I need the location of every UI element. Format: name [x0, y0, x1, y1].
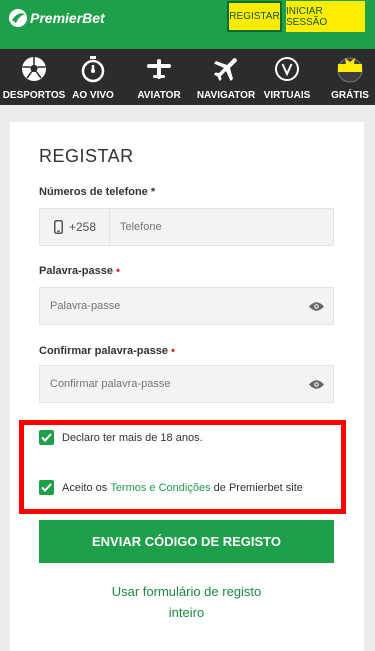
logo-mark-icon	[8, 8, 28, 28]
confirm-password-input[interactable]	[40, 366, 299, 402]
full-registration-form-link[interactable]: Usar formulário de registo inteiro	[39, 581, 334, 623]
checkmark-icon	[41, 433, 52, 442]
age-confirmation-row: Declaro ter mais de 18 anos.	[39, 430, 203, 445]
full-form-line-2: inteiro	[168, 605, 205, 620]
confirm-password-label-row: Confirmar palavra-passe •	[39, 345, 175, 357]
premierbet-logo[interactable]: PremierBet	[8, 8, 105, 28]
nav-item-ao-vivo[interactable]: AO VIVO	[68, 49, 118, 105]
age-confirmation-text: Declaro ter mais de 18 anos.	[62, 431, 203, 444]
terms-link[interactable]: Termos e Condições	[110, 482, 210, 494]
top-bar: PremierBet REGISTAR INICIAR SESSÃO	[0, 0, 375, 49]
airplane-icon	[213, 52, 239, 86]
nav-item-gratis[interactable]: GRÁTIS	[326, 49, 374, 105]
login-button[interactable]: INICIAR SESSÃO	[286, 1, 365, 32]
nav-label: VIRTUAIS	[263, 90, 311, 101]
required-marker: •	[171, 345, 175, 357]
password-input[interactable]	[40, 288, 299, 324]
show-confirm-password-eye-icon[interactable]	[299, 366, 333, 402]
password-label: Palavra-passe	[39, 265, 113, 277]
nav-label: NAVIGATOR	[196, 90, 256, 101]
nav-label: AVIATOR	[137, 90, 181, 101]
phone-label: Números de telefone *	[39, 186, 156, 198]
phone-input[interactable]	[110, 209, 333, 245]
password-label-row: Palavra-passe •	[39, 265, 120, 277]
stopwatch-icon	[80, 52, 106, 86]
nav-label: DESPORTOS	[2, 90, 66, 101]
nav-item-virtuais[interactable]: VIRTUAIS	[262, 49, 312, 105]
terms-prefix: Aceito os	[62, 481, 111, 494]
nav-label: AO VIVO	[72, 90, 114, 101]
terms-row: Aceito os Termos e Condições de Premierb…	[39, 480, 303, 495]
propeller-plane-icon	[145, 52, 173, 86]
logo-text: PremierBet	[30, 10, 105, 26]
country-code-selector[interactable]: +258	[40, 209, 110, 245]
age-checkbox[interactable]	[39, 430, 54, 445]
terms-checkbox[interactable]	[39, 480, 54, 495]
page-title: REGISTAR	[39, 146, 134, 166]
confirm-password-field-group	[39, 365, 334, 403]
virtual-v-icon	[274, 52, 300, 86]
registration-card: REGISTAR Números de telefone * +258 Pala…	[10, 122, 364, 651]
nav-item-aviator[interactable]: AVIATOR	[134, 49, 184, 105]
password-field-group	[39, 287, 334, 325]
send-registration-code-button[interactable]: ENVIAR CÓDIGO DE REGISTO	[39, 520, 334, 563]
required-marker: •	[116, 265, 120, 277]
nav-item-desportos[interactable]: DESPORTOS	[2, 49, 66, 105]
confirm-password-label: Confirmar palavra-passe	[39, 345, 168, 357]
soccer-ball-icon	[21, 52, 47, 86]
category-nav: DESPORTOS AO VIVO AVIATOR NAVIGATOR VIRT…	[0, 49, 375, 105]
show-password-eye-icon[interactable]	[299, 288, 333, 324]
country-code-label: +258	[69, 220, 97, 234]
nav-item-navigator[interactable]: NAVIGATOR	[196, 49, 256, 105]
checkmark-icon	[41, 483, 52, 492]
free-badge-icon	[336, 52, 364, 86]
phone-field-group: +258	[39, 208, 334, 246]
terms-suffix: de Premierbet site	[210, 481, 303, 494]
register-button[interactable]: REGISTAR	[227, 1, 282, 32]
nav-label: GRÁTIS	[331, 90, 369, 101]
full-form-line-1: Usar formulário de registo	[111, 584, 262, 599]
mobile-phone-icon	[54, 220, 63, 234]
